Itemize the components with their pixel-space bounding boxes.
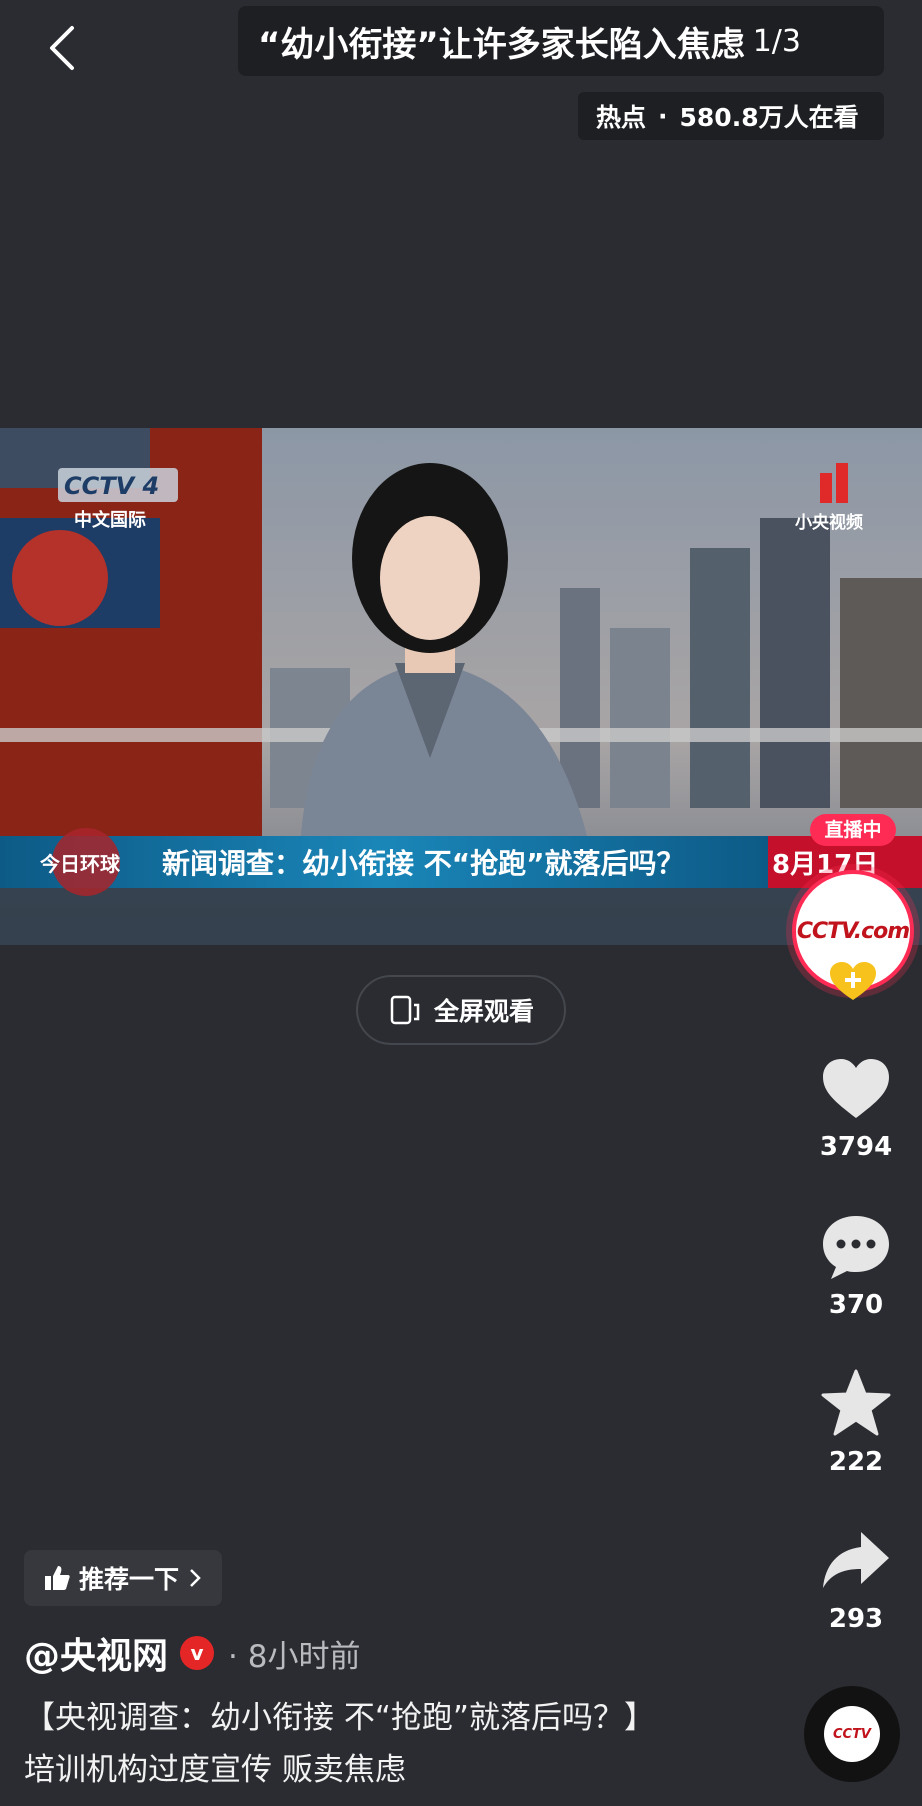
verified-badge-icon: v <box>180 1636 215 1670</box>
star-icon <box>821 1369 891 1436</box>
share-button[interactable]: 293 <box>806 1524 906 1634</box>
back-button[interactable] <box>40 18 90 78</box>
heart-plus-icon <box>830 962 876 1000</box>
topic-title[interactable]: “幼小衔接”让许多家长陷入焦虑 1/3 <box>238 6 884 76</box>
fullscreen-label: 全屏观看 <box>433 997 534 1026</box>
live-badge[interactable]: 直播中 <box>810 814 896 846</box>
hot-label: 热点 <box>596 103 647 132</box>
watermark-text: 小央视频 <box>795 512 863 533</box>
chevron-right-icon <box>190 1569 201 1587</box>
post-time: · 8小时前 <box>228 1638 361 1675</box>
avatar-logo: CCTV.com <box>796 918 910 944</box>
share-count: 293 <box>828 1604 884 1634</box>
recommend-label: 推荐一下 <box>78 1565 179 1594</box>
hot-info[interactable]: 热点 · 580.8万人在看 <box>578 92 884 140</box>
ticker-headline: 新闻调查：幼小衔接 不“抢跑”就落后吗？ <box>162 847 685 880</box>
music-disc-logo: CCTV <box>824 1706 880 1762</box>
video-frame: 今日环球 新闻调查：幼小衔接 不“抢跑”就落后吗？ 8月17日 CCTV 4 中… <box>0 428 922 945</box>
comment-count: 370 <box>828 1290 884 1320</box>
fullscreen-button[interactable]: 全屏观看 <box>356 975 566 1045</box>
topic-title-text: “幼小衔接”让许多家长陷入焦虑 <box>258 24 745 65</box>
share-arrow-icon <box>823 1532 889 1588</box>
like-button[interactable]: 3794 <box>806 1052 906 1162</box>
comment-icon <box>823 1216 889 1279</box>
video-player[interactable]: 今日环球 新闻调查：幼小衔接 不“抢跑”就落后吗？ 8月17日 CCTV 4 中… <box>0 428 922 945</box>
heart-icon <box>823 1059 889 1118</box>
author-row: @央视网 v · 8小时前 <box>24 1628 360 1678</box>
channel-subtitle: 中文国际 <box>74 509 146 531</box>
channel-logo: CCTV 4 <box>64 472 159 500</box>
viewer-count: 580.8万人在看 <box>679 103 859 132</box>
like-count: 3794 <box>819 1132 893 1162</box>
music-disc[interactable]: CCTV <box>804 1686 900 1782</box>
page-indicator: 1/3 <box>752 23 801 59</box>
author-name[interactable]: @央视网 <box>24 1627 168 1679</box>
program-logo: 今日环球 <box>40 852 121 876</box>
thumbs-up-icon <box>44 1566 70 1590</box>
video-caption[interactable]: 【央视调查：幼小衔接 不“抢跑”就落后吗？】培训机构过度宣传 贩卖焦虑 <box>24 1692 644 1796</box>
hot-separator: · <box>658 101 668 131</box>
follow-button[interactable] <box>828 960 878 1002</box>
fullscreen-icon <box>390 995 420 1025</box>
favorite-count: 222 <box>828 1447 884 1477</box>
chevron-left-icon <box>50 26 74 70</box>
comment-button[interactable]: 370 <box>806 1210 906 1320</box>
favorite-button[interactable]: 222 <box>806 1367 906 1477</box>
recommend-button[interactable]: 推荐一下 <box>24 1550 222 1606</box>
